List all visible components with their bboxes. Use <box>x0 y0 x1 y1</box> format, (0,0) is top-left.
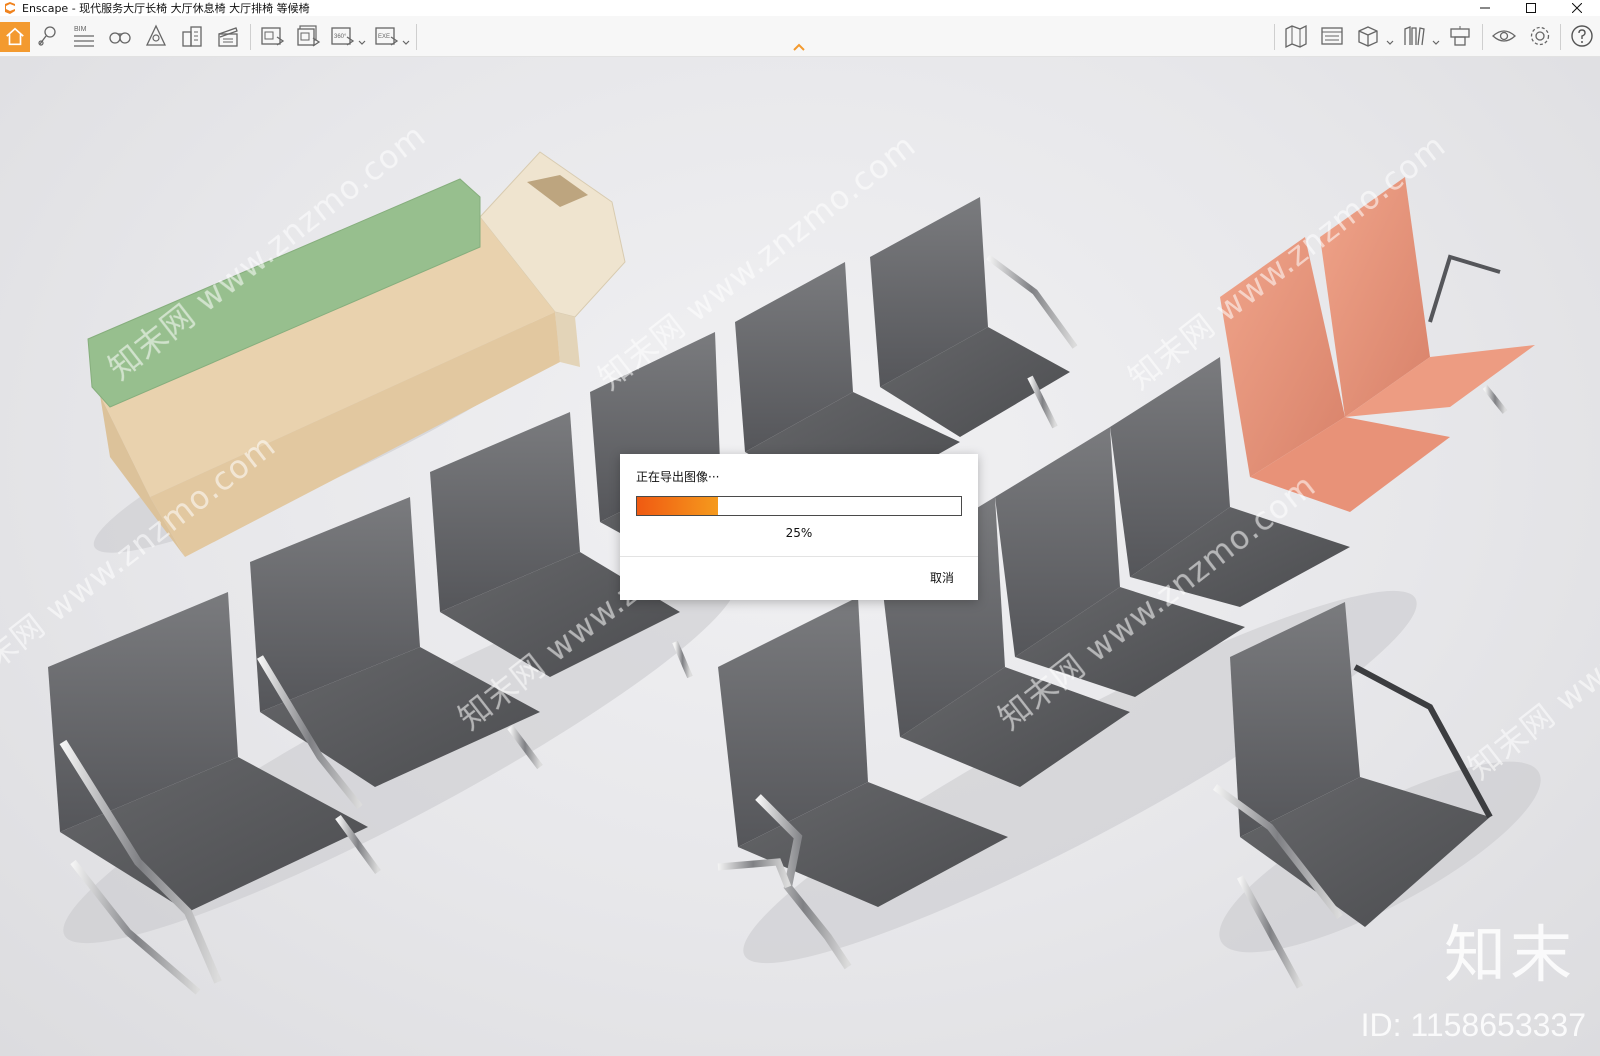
close-icon <box>1572 3 1582 13</box>
svg-text:EXE: EXE <box>378 34 390 40</box>
visibility-button[interactable] <box>1488 20 1520 52</box>
chevron-down-icon <box>1432 40 1440 45</box>
watermark-brand: 知末 <box>1443 918 1576 991</box>
render-image-button[interactable] <box>256 20 288 52</box>
home-button[interactable] <box>0 22 30 52</box>
video-editor-button[interactable] <box>212 20 244 52</box>
box-view-icon <box>1358 26 1378 47</box>
location-pin-icon <box>38 26 56 46</box>
toolbar-separator <box>1560 24 1561 50</box>
batch-render-icon <box>297 25 321 47</box>
title-bar: Enscape - 现代服务大厅长椅 大厅休息椅 大厅排椅 等候椅 <box>0 0 1600 16</box>
progress-bar-fill <box>637 497 718 515</box>
accent-chair-pair <box>1220 177 1535 512</box>
box-view-dropdown[interactable] <box>1386 32 1394 45</box>
chevron-down-icon <box>1386 40 1394 45</box>
bim-icon: BIM <box>74 26 94 47</box>
dialog-title: 正在导出图像··· <box>636 470 720 484</box>
chair <box>870 197 1078 437</box>
progress-percent: 25% <box>785 526 813 540</box>
map-button[interactable] <box>1280 20 1312 52</box>
map-icon <box>1285 24 1307 49</box>
toolbar-separator <box>1482 24 1483 50</box>
binoculars-button[interactable] <box>104 20 136 52</box>
svg-text:360°: 360° <box>334 34 347 40</box>
clapperboard-icon <box>218 27 238 47</box>
collapse-toolbar-icon[interactable] <box>792 42 806 52</box>
settings-button[interactable] <box>1524 20 1556 52</box>
render-image-icon <box>261 27 285 46</box>
library-dropdown[interactable] <box>1432 32 1440 45</box>
export-360-button[interactable]: 360° <box>326 20 358 52</box>
maximize-button[interactable] <box>1508 0 1554 16</box>
svg-text:BIM: BIM <box>74 26 87 33</box>
export-exe-button[interactable]: EXE <box>370 20 402 52</box>
export-progress-dialog: 正在导出图像··· 25% 取消 <box>620 454 978 600</box>
visibility-icon <box>1492 30 1516 42</box>
toolbar-separator <box>416 24 417 50</box>
box-view-button[interactable] <box>1352 20 1384 52</box>
help-button[interactable] <box>1566 20 1598 52</box>
toolbar-separator <box>250 24 251 50</box>
library-button[interactable] <box>1398 20 1430 52</box>
minimize-icon <box>1480 7 1490 9</box>
panel-button[interactable] <box>1316 20 1348 52</box>
settings-icon <box>1530 26 1550 46</box>
export-exe-icon: EXE <box>375 27 399 46</box>
library-icon <box>1404 26 1425 46</box>
main-toolbar: BIM 360° EXE <box>0 16 1600 57</box>
buildings-icon <box>182 26 202 47</box>
asset-button[interactable] <box>1444 20 1476 52</box>
perspective-button[interactable] <box>140 20 172 52</box>
asset-icon <box>1450 26 1470 46</box>
minimize-button[interactable] <box>1462 0 1508 16</box>
cancel-button[interactable]: 取消 <box>926 567 958 588</box>
chevron-down-icon <box>402 40 410 45</box>
enscape-logo-icon <box>5 2 15 14</box>
watermark-id: ID: 1158653337 <box>1360 1007 1586 1043</box>
export-360-dropdown[interactable] <box>358 32 366 45</box>
window-title: Enscape - 现代服务大厅长椅 大厅休息椅 大厅排椅 等候椅 <box>22 2 310 15</box>
bim-button[interactable]: BIM <box>68 20 100 52</box>
home-icon <box>6 27 24 46</box>
maximize-icon <box>1526 3 1536 13</box>
export-exe-dropdown[interactable] <box>402 32 410 45</box>
dialog-divider <box>620 556 978 557</box>
perspective-icon <box>145 24 167 46</box>
panel-icon <box>1321 27 1343 45</box>
buildings-button[interactable] <box>176 20 208 52</box>
batch-render-button[interactable] <box>292 20 324 52</box>
toolbar-separator <box>1274 24 1275 50</box>
close-button[interactable] <box>1554 0 1600 16</box>
location-button[interactable] <box>32 20 64 52</box>
binoculars-icon <box>109 32 131 44</box>
help-icon <box>1571 25 1593 47</box>
chevron-down-icon <box>358 40 366 45</box>
progress-bar <box>636 496 962 516</box>
export-360-icon: 360° <box>331 27 355 46</box>
